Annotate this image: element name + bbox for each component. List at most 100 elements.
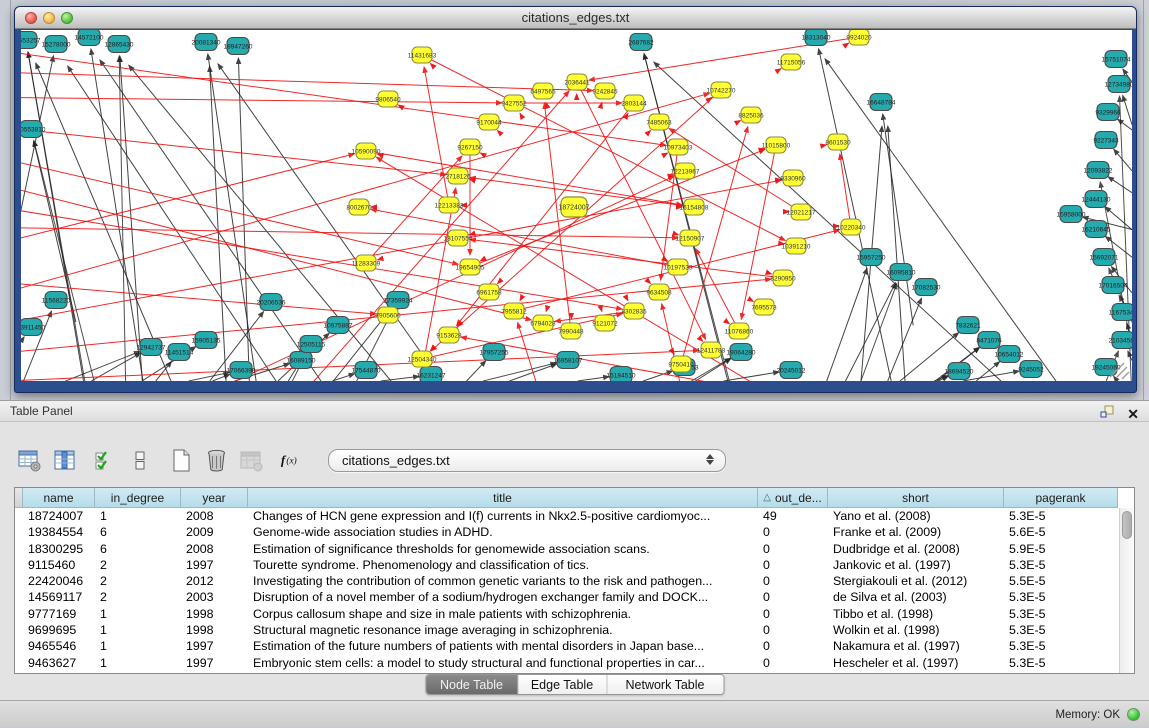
- svg-text:13911450: 13911450: [21, 324, 46, 331]
- svg-text:17544870: 17544870: [352, 367, 381, 374]
- cell-name: 22420046: [23, 573, 95, 589]
- network-canvas[interactable]: 1055325715278000145721001286543020081340…: [21, 30, 1132, 381]
- svg-text:16648784: 16648784: [867, 99, 896, 106]
- svg-text:11715056: 11715056: [777, 59, 806, 66]
- table-settings-icon[interactable]: [16, 447, 42, 473]
- scrollbar-thumb[interactable]: [1122, 511, 1132, 539]
- column-header-short[interactable]: short: [828, 488, 1004, 508]
- import-table-icon[interactable]: [238, 447, 264, 473]
- svg-text:21034560: 21034560: [1109, 337, 1132, 344]
- cell-title: Structural magnetic resonance image aver…: [248, 622, 758, 638]
- cell-out_de: 0: [758, 557, 828, 573]
- svg-text:7905600: 7905600: [375, 312, 401, 319]
- column-header-out_de[interactable]: △out_de...: [758, 488, 828, 508]
- delete-icon[interactable]: [203, 447, 229, 473]
- tab-network-table[interactable]: Network Table: [606, 675, 723, 694]
- cell-title: Estimation of significance thresholds fo…: [248, 541, 758, 557]
- table-row[interactable]: 1938455462009Genome-wide association stu…: [15, 524, 1134, 540]
- cell-pagerank: 5.3E-5: [1004, 508, 1118, 524]
- svg-text:10220340: 10220340: [837, 224, 866, 231]
- svg-text:9427552: 9427552: [501, 100, 527, 107]
- network-table-select[interactable]: citations_edges.txt: [328, 449, 726, 472]
- select-all-icon[interactable]: [92, 447, 118, 473]
- svg-text:12505115: 12505115: [297, 341, 326, 348]
- table-row[interactable]: 2242004622012Investigating the contribut…: [15, 573, 1134, 589]
- svg-text:8302835: 8302835: [621, 308, 647, 315]
- svg-text:12734980: 12734980: [1105, 81, 1132, 88]
- cell-title: Investigating the contribution of common…: [248, 573, 758, 589]
- svg-text:9329966: 9329966: [1095, 109, 1121, 116]
- svg-text:12213383: 12213383: [435, 202, 464, 209]
- svg-text:12865430: 12865430: [105, 41, 134, 48]
- svg-text:9245052: 9245052: [1018, 366, 1044, 373]
- svg-text:17359924: 17359924: [384, 297, 413, 304]
- column-header-in_degree[interactable]: in_degree: [95, 488, 181, 508]
- cell-year: 1998: [181, 606, 248, 622]
- cell-title: Disruption of a novel member of a sodium…: [248, 589, 758, 605]
- close-panel-icon[interactable]: ✕: [1127, 406, 1139, 422]
- row-gutter: [15, 589, 23, 605]
- svg-text:11451514: 11451514: [165, 349, 194, 356]
- cell-in_degree: 6: [95, 524, 181, 540]
- table-row[interactable]: 1456911722003Disruption of a novel membe…: [15, 589, 1134, 605]
- row-gutter: [15, 524, 23, 540]
- row-gutter: [15, 622, 23, 638]
- table-row[interactable]: 1830029562008Estimation of significance …: [15, 541, 1134, 557]
- table-row[interactable]: 946362711997Embryonic stem cells: a mode…: [15, 655, 1134, 671]
- svg-text:9153628: 9153628: [436, 332, 462, 339]
- svg-text:17016504: 17016504: [1099, 282, 1128, 289]
- svg-text:18313040: 18313040: [802, 34, 831, 41]
- svg-text:15958000: 15958000: [1057, 211, 1086, 218]
- table-vertical-scrollbar[interactable]: [1119, 508, 1134, 673]
- svg-text:16154808: 16154808: [680, 204, 709, 211]
- table-row[interactable]: 911546021997Tourette syndrome. Phenomeno…: [15, 557, 1134, 573]
- tab-node-table[interactable]: Node Table: [426, 675, 517, 694]
- cell-title: Tourette syndrome. Phenomenology and cla…: [248, 557, 758, 573]
- status-bar: Memory: OK: [0, 700, 1149, 727]
- column-header-title[interactable]: title: [248, 488, 758, 508]
- table-row[interactable]: 1872400712008Changes of HCN gene express…: [15, 508, 1134, 524]
- table-row[interactable]: 946554611997Estimation of the future num…: [15, 638, 1134, 654]
- cell-title: Estimation of the future numbers of pati…: [248, 638, 758, 654]
- cell-out_de: 0: [758, 524, 828, 540]
- row-list-icon[interactable]: [127, 447, 153, 473]
- cell-in_degree: 6: [95, 541, 181, 557]
- cell-year: 2008: [181, 541, 248, 557]
- memory-status-indicator[interactable]: [1127, 708, 1140, 721]
- cell-pagerank: 5.5E-5: [1004, 573, 1118, 589]
- row-gutter: [15, 606, 23, 622]
- network-view-region: citations_edges.txt 10553257152780001457…: [0, 0, 1149, 400]
- cell-pagerank: 5.3E-5: [1004, 606, 1118, 622]
- function-builder-icon[interactable]: f(x): [279, 447, 305, 473]
- cell-name: 14569117: [23, 589, 95, 605]
- column-header-name[interactable]: name: [23, 488, 95, 508]
- svg-text:16210645: 16210645: [1082, 226, 1111, 233]
- table-header-row[interactable]: namein_degreeyeartitle△out_de...shortpag…: [15, 488, 1134, 508]
- show-column-icon[interactable]: [51, 447, 77, 473]
- svg-text:9750410: 9750410: [668, 361, 694, 368]
- cell-pagerank: 5.3E-5: [1004, 622, 1118, 638]
- table-body[interactable]: 1872400712008Changes of HCN gene express…: [15, 508, 1134, 671]
- column-header-pagerank[interactable]: pagerank: [1004, 488, 1118, 508]
- cell-pagerank: 5.3E-5: [1004, 557, 1118, 573]
- cell-out_de: 49: [758, 508, 828, 524]
- cell-out_de: 0: [758, 606, 828, 622]
- cell-short: Tibbo et al. (1998): [828, 606, 1004, 622]
- node-table[interactable]: namein_degreeyeartitle△out_de...shortpag…: [14, 487, 1135, 674]
- memory-status-label: Memory: OK: [1055, 709, 1120, 721]
- svg-text:12411788: 12411788: [697, 347, 726, 354]
- table-toolbar: f(x) citations_edges.txt: [16, 443, 726, 477]
- table-row[interactable]: 977716911998Corpus callosum shape and si…: [15, 606, 1134, 622]
- svg-text:12444130: 12444130: [1082, 196, 1111, 203]
- svg-text:11283309: 11283309: [352, 260, 381, 267]
- table-row[interactable]: 969969511998Structural magnetic resonanc…: [15, 622, 1134, 638]
- network-window-titlebar[interactable]: citations_edges.txt: [15, 7, 1136, 29]
- float-window-icon[interactable]: [1099, 403, 1115, 424]
- svg-text:2687682: 2687682: [628, 39, 654, 46]
- tab-edge-table[interactable]: Edge Table: [517, 675, 606, 694]
- cell-out_de: 0: [758, 541, 828, 557]
- network-window[interactable]: citations_edges.txt 10553257152780001457…: [14, 6, 1137, 393]
- new-document-icon[interactable]: [168, 447, 194, 473]
- column-header-year[interactable]: year: [181, 488, 248, 508]
- cell-pagerank: 5.3E-5: [1004, 638, 1118, 654]
